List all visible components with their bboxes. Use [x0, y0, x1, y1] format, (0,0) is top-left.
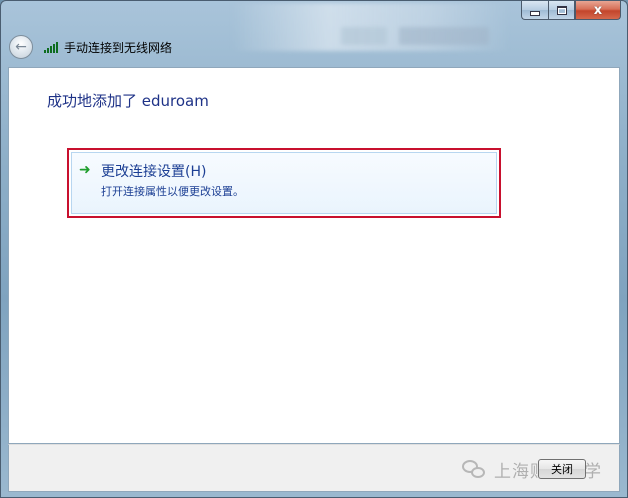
change-connection-settings-option[interactable]: ➜ 更改连接设置(H) 打开连接属性以便更改设置。 [71, 152, 497, 214]
close-window-button[interactable]: x [575, 1, 621, 20]
title-bar: ← 手动连接到无线网络 [9, 34, 172, 60]
window-title: 手动连接到无线网络 [64, 40, 173, 55]
background-glass [231, 3, 511, 51]
minimize-button[interactable] [521, 1, 548, 20]
back-arrow-icon: ← [15, 39, 27, 55]
close-icon: x [593, 2, 603, 18]
wechat-icon [462, 459, 486, 480]
minimize-icon [530, 10, 540, 16]
maximize-icon [556, 5, 567, 15]
wifi-signal-icon [44, 41, 60, 53]
content-area: 成功地添加了 eduroam ➜ 更改连接设置(H) 打开连接属性以便更改设置。 [8, 67, 620, 444]
option-title[interactable]: 更改连接设置(H) [101, 161, 206, 181]
highlight-box: ➜ 更改连接设置(H) 打开连接属性以便更改设置。 [67, 148, 501, 218]
caption-buttons: x [521, 1, 621, 21]
dialog-window: x ← 手动连接到无线网络 成功地添加了 eduroam ➜ 更改连接设置(H)… [0, 0, 628, 498]
green-arrow-icon: ➜ [79, 162, 91, 178]
page-heading: 成功地添加了 eduroam [47, 92, 209, 110]
back-button[interactable]: ← [9, 35, 33, 59]
option-description: 打开连接属性以便更改设置。 [101, 185, 244, 198]
maximize-button[interactable] [548, 1, 575, 20]
close-button[interactable]: 关闭 [538, 459, 586, 479]
footer-bar: 上海财经大学 关闭 [8, 444, 620, 492]
